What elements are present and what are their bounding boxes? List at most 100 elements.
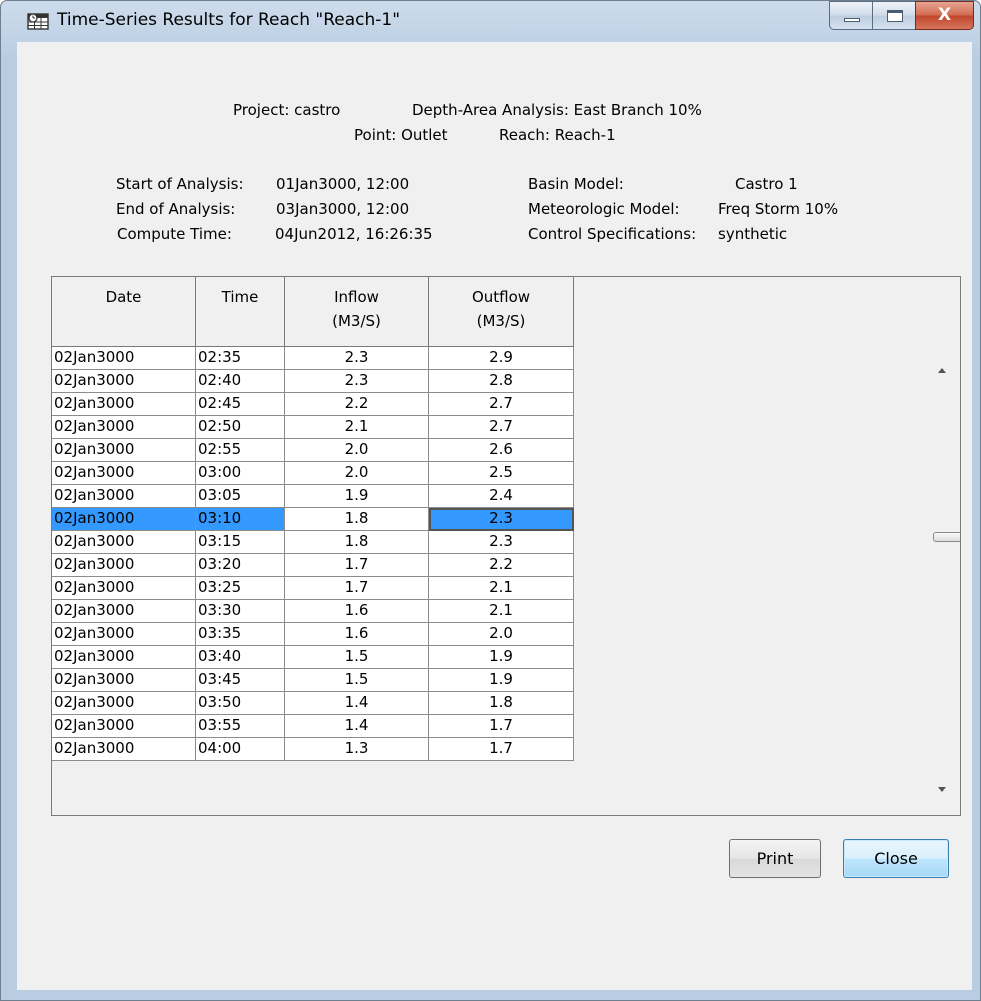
cell-inflow[interactable]: 2.0 bbox=[285, 462, 429, 485]
cell-inflow[interactable]: 1.4 bbox=[285, 692, 429, 715]
cell-time[interactable]: 03:50 bbox=[196, 692, 285, 715]
cell-date[interactable]: 02Jan3000 bbox=[52, 508, 196, 531]
cell-date[interactable]: 02Jan3000 bbox=[52, 439, 196, 462]
cell-time[interactable]: 02:45 bbox=[196, 393, 285, 416]
cell-outflow[interactable]: 2.5 bbox=[429, 462, 574, 485]
cell-time[interactable]: 03:35 bbox=[196, 623, 285, 646]
cell-inflow[interactable]: 1.7 bbox=[285, 554, 429, 577]
cell-date[interactable]: 02Jan3000 bbox=[52, 738, 196, 761]
cell-inflow[interactable]: 1.6 bbox=[285, 623, 429, 646]
cell-date[interactable]: 02Jan3000 bbox=[52, 370, 196, 393]
cell-time[interactable]: 03:45 bbox=[196, 669, 285, 692]
cell-time[interactable]: 02:35 bbox=[196, 347, 285, 370]
cell-outflow[interactable]: 2.1 bbox=[429, 600, 574, 623]
cell-time[interactable]: 03:30 bbox=[196, 600, 285, 623]
cell-time[interactable]: 03:10 bbox=[196, 508, 285, 531]
vertical-scrollbar[interactable] bbox=[925, 347, 960, 815]
cell-outflow[interactable]: 2.7 bbox=[429, 416, 574, 439]
column-header-date[interactable]: Date bbox=[52, 277, 196, 347]
cell-time[interactable]: 03:05 bbox=[196, 485, 285, 508]
basin-label: Basin Model: bbox=[528, 175, 624, 193]
basin-value: Castro 1 bbox=[735, 175, 798, 193]
cell-outflow[interactable]: 2.9 bbox=[429, 347, 574, 370]
cell-date[interactable]: 02Jan3000 bbox=[52, 393, 196, 416]
column-header-outflow[interactable]: Outflow (M3/S) bbox=[429, 277, 574, 347]
cell-outflow[interactable]: 2.2 bbox=[429, 554, 574, 577]
cell-outflow[interactable]: 2.1 bbox=[429, 577, 574, 600]
maximize-button[interactable] bbox=[872, 1, 916, 30]
cell-inflow[interactable]: 1.8 bbox=[285, 508, 429, 531]
cell-outflow[interactable]: 1.7 bbox=[429, 738, 574, 761]
cell-date[interactable]: 02Jan3000 bbox=[52, 669, 196, 692]
cell-inflow[interactable]: 2.0 bbox=[285, 439, 429, 462]
cell-time[interactable]: 03:20 bbox=[196, 554, 285, 577]
print-button[interactable]: Print bbox=[729, 839, 821, 878]
cell-time[interactable]: 02:55 bbox=[196, 439, 285, 462]
cell-inflow[interactable]: 1.5 bbox=[285, 646, 429, 669]
cell-time[interactable]: 03:15 bbox=[196, 531, 285, 554]
cell-outflow[interactable]: 2.3 bbox=[429, 508, 574, 531]
scroll-thumb[interactable] bbox=[933, 532, 960, 542]
cell-date[interactable]: 02Jan3000 bbox=[52, 646, 196, 669]
cell-time[interactable]: 04:00 bbox=[196, 738, 285, 761]
cell-date[interactable]: 02Jan3000 bbox=[52, 462, 196, 485]
title-bar[interactable]: Time-Series Results for Reach "Reach-1" … bbox=[1, 1, 980, 41]
cell-outflow[interactable]: 1.9 bbox=[429, 669, 574, 692]
scroll-down-icon[interactable] bbox=[938, 787, 946, 792]
window-title: Time-Series Results for Reach "Reach-1" bbox=[57, 10, 401, 30]
minimize-button[interactable] bbox=[829, 1, 873, 30]
cell-outflow[interactable]: 1.9 bbox=[429, 646, 574, 669]
cell-outflow[interactable]: 2.4 bbox=[429, 485, 574, 508]
cell-date[interactable]: 02Jan3000 bbox=[52, 347, 196, 370]
cell-date[interactable]: 02Jan3000 bbox=[52, 692, 196, 715]
column-header-inflow[interactable]: Inflow (M3/S) bbox=[285, 277, 429, 347]
cell-outflow[interactable]: 2.3 bbox=[429, 531, 574, 554]
compute-label: Compute Time: bbox=[117, 225, 232, 243]
cell-inflow[interactable]: 1.3 bbox=[285, 738, 429, 761]
minimize-icon bbox=[844, 18, 860, 22]
cell-date[interactable]: 02Jan3000 bbox=[52, 554, 196, 577]
cell-inflow[interactable]: 1.4 bbox=[285, 715, 429, 738]
cell-time[interactable]: 03:00 bbox=[196, 462, 285, 485]
cell-inflow[interactable]: 2.2 bbox=[285, 393, 429, 416]
compute-value: 04Jun2012, 16:26:35 bbox=[275, 225, 433, 243]
cell-time[interactable]: 02:40 bbox=[196, 370, 285, 393]
cell-inflow[interactable]: 1.9 bbox=[285, 485, 429, 508]
cell-outflow[interactable]: 1.7 bbox=[429, 715, 574, 738]
results-window: Time-Series Results for Reach "Reach-1" … bbox=[0, 0, 981, 1001]
cell-outflow[interactable]: 1.8 bbox=[429, 692, 574, 715]
cell-outflow[interactable]: 2.8 bbox=[429, 370, 574, 393]
cell-date[interactable]: 02Jan3000 bbox=[52, 577, 196, 600]
analysis-label: Depth-Area Analysis: East Branch 10% bbox=[412, 101, 702, 119]
cell-inflow[interactable]: 1.6 bbox=[285, 600, 429, 623]
cell-date[interactable]: 02Jan3000 bbox=[52, 715, 196, 738]
cell-inflow[interactable]: 1.8 bbox=[285, 531, 429, 554]
close-icon: X bbox=[937, 5, 952, 25]
cell-inflow[interactable]: 1.7 bbox=[285, 577, 429, 600]
close-button[interactable]: Close bbox=[843, 839, 949, 878]
cell-outflow[interactable]: 2.0 bbox=[429, 623, 574, 646]
project-label: Project: castro bbox=[233, 101, 341, 119]
cell-time[interactable]: 03:40 bbox=[196, 646, 285, 669]
cell-date[interactable]: 02Jan3000 bbox=[52, 600, 196, 623]
cell-date[interactable]: 02Jan3000 bbox=[52, 623, 196, 646]
cell-outflow[interactable]: 2.7 bbox=[429, 393, 574, 416]
cell-date[interactable]: 02Jan3000 bbox=[52, 531, 196, 554]
cell-inflow[interactable]: 1.5 bbox=[285, 669, 429, 692]
cell-time[interactable]: 02:50 bbox=[196, 416, 285, 439]
end-label: End of Analysis: bbox=[116, 200, 236, 218]
cell-inflow[interactable]: 2.1 bbox=[285, 416, 429, 439]
cell-time[interactable]: 03:25 bbox=[196, 577, 285, 600]
control-label: Control Specifications: bbox=[528, 225, 697, 243]
cell-time[interactable]: 03:55 bbox=[196, 715, 285, 738]
close-window-button[interactable]: X bbox=[915, 1, 974, 30]
cell-outflow[interactable]: 2.6 bbox=[429, 439, 574, 462]
cell-date[interactable]: 02Jan3000 bbox=[52, 416, 196, 439]
results-table[interactable]: Date Time Inflow (M3/S) Outflow (M3/S) 02J… bbox=[51, 276, 961, 816]
cell-inflow[interactable]: 2.3 bbox=[285, 347, 429, 370]
column-header-time[interactable]: Time bbox=[196, 277, 285, 347]
scroll-up-icon[interactable] bbox=[938, 368, 946, 373]
cell-inflow[interactable]: 2.3 bbox=[285, 370, 429, 393]
cell-date[interactable]: 02Jan3000 bbox=[52, 485, 196, 508]
met-label: Meteorologic Model: bbox=[528, 200, 680, 218]
